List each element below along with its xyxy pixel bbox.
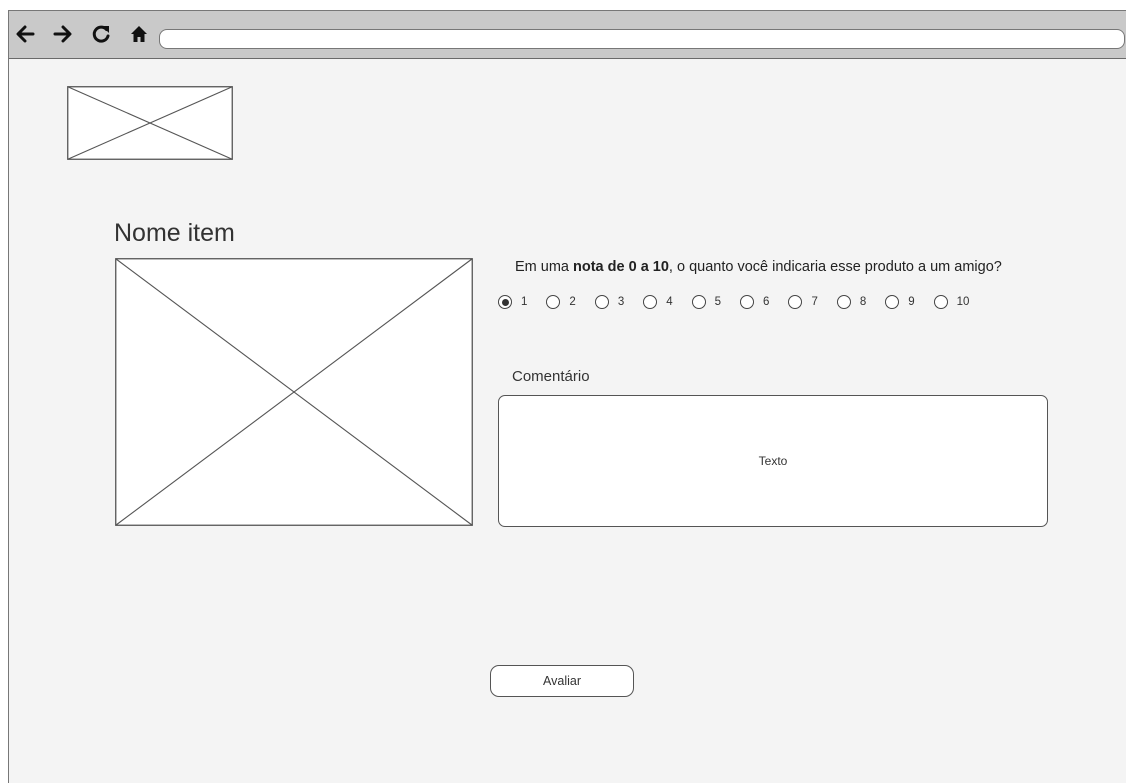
- radio-button[interactable]: [740, 295, 755, 309]
- rating-option-7[interactable]: 7: [788, 295, 818, 309]
- rating-option-label: 5: [714, 296, 722, 308]
- rating-option-label: 8: [859, 296, 867, 308]
- radio-button[interactable]: [836, 295, 851, 309]
- rating-radio-group: 1 2 3 4 5 6 7 8 9 10: [498, 291, 988, 313]
- arrow-right-icon: [53, 25, 72, 43]
- radio-button[interactable]: [885, 295, 900, 309]
- logo-placeholder-image: [67, 86, 233, 160]
- browser-window: Nome item Em uma nota de 0 a 10, o quant…: [8, 10, 1126, 783]
- rating-option-label: 3: [617, 296, 625, 308]
- home-icon: [131, 26, 147, 42]
- rating-option-5[interactable]: 5: [691, 295, 722, 309]
- rating-option-8[interactable]: 8: [836, 295, 867, 309]
- product-image-placeholder: [115, 258, 473, 526]
- radio-button[interactable]: [788, 295, 803, 309]
- rating-option-1[interactable]: 1: [498, 295, 527, 309]
- home-button[interactable]: [127, 21, 151, 47]
- rating-option-2[interactable]: 2: [546, 295, 576, 309]
- comment-label: Comentário: [512, 368, 590, 385]
- rating-option-label: 6: [763, 296, 770, 308]
- question-suffix: , o quanto você indicaria esse produto a…: [668, 259, 1002, 275]
- reload-button[interactable]: [89, 21, 113, 47]
- radio-button[interactable]: [546, 295, 561, 309]
- rating-option-4[interactable]: 4: [643, 295, 673, 309]
- product-name: Nome item: [114, 219, 235, 247]
- rating-option-label: 2: [569, 296, 576, 308]
- browser-toolbar: [9, 11, 1126, 59]
- radio-button[interactable]: [643, 295, 658, 309]
- question-bold: nota de 0 a 10: [573, 259, 669, 275]
- back-button[interactable]: [13, 21, 37, 47]
- comment-placeholder: Texto: [758, 454, 788, 468]
- address-bar[interactable]: [159, 29, 1125, 49]
- question-prefix: Em uma: [515, 259, 574, 275]
- rating-option-label: 4: [666, 296, 673, 308]
- comment-textarea[interactable]: Texto: [498, 395, 1048, 527]
- rating-option-10[interactable]: 10: [933, 295, 970, 309]
- rating-option-label: 9: [908, 296, 915, 308]
- rating-option-9[interactable]: 9: [885, 295, 915, 309]
- rating-option-6[interactable]: 6: [740, 295, 769, 309]
- forward-button[interactable]: [51, 21, 75, 47]
- radio-button[interactable]: [691, 295, 706, 309]
- rating-question: Em uma nota de 0 a 10, o quanto você ind…: [515, 259, 1002, 275]
- rating-option-label: 1: [521, 296, 528, 308]
- radio-selected-dot: [501, 298, 509, 306]
- radio-button[interactable]: [498, 295, 512, 309]
- rating-option-3[interactable]: 3: [594, 295, 625, 309]
- submit-rating-button[interactable]: Avaliar: [490, 665, 634, 697]
- radio-button[interactable]: [933, 295, 948, 309]
- radio-button[interactable]: [594, 295, 609, 309]
- rating-option-label: 7: [811, 296, 818, 308]
- reload-icon: [92, 25, 110, 43]
- arrow-left-icon: [16, 25, 35, 43]
- rating-option-label: 10: [956, 296, 970, 308]
